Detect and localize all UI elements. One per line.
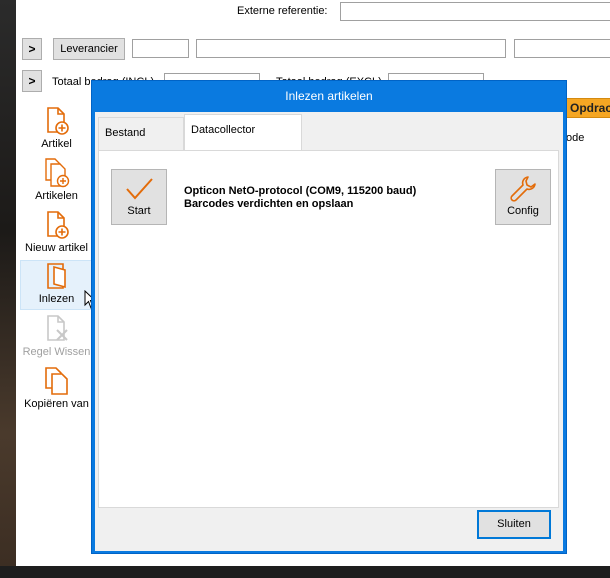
config-button[interactable]: Config: [495, 169, 551, 225]
wrench-icon: [510, 176, 536, 202]
column-header-partial: ode: [566, 132, 585, 144]
supplier-name-input[interactable]: [196, 39, 506, 58]
start-label: Start: [127, 205, 151, 217]
documents-add-icon: [44, 158, 69, 188]
toolbar-label: Nieuw artikel: [25, 242, 88, 254]
expand-totals-button[interactable]: >: [22, 70, 42, 92]
taskbar-edge: [0, 566, 610, 578]
supplier-code-input[interactable]: [132, 39, 189, 58]
start-button[interactable]: Start: [111, 169, 167, 225]
supplier-extra-input[interactable]: [514, 39, 610, 58]
tab-file-read-in[interactable]: Bestand inlezen: [98, 117, 184, 169]
copy-icon: [44, 367, 68, 395]
toolbar-artikelen-button[interactable]: Artikelen: [20, 158, 93, 208]
protocol-info: Opticon NetO-protocol (COM9, 115200 baud…: [184, 185, 417, 197]
toolbar-copy-from-button[interactable]: Kopiëren van: [20, 366, 93, 416]
toolbar-read-in-button[interactable]: Inlezen: [20, 260, 93, 310]
toolbar-label: Artikel: [41, 138, 72, 150]
toolbar-artikel-button[interactable]: Artikel: [20, 106, 93, 156]
desktop-background: [0, 0, 16, 578]
read-in-icon: [46, 263, 66, 289]
supplier-button[interactable]: Leverancier: [53, 38, 125, 60]
read-articles-dialog: Inlezen artikelen Bestand inlezen Dataco…: [91, 80, 567, 554]
order-tab[interactable]: Opdrac: [566, 98, 610, 118]
toolbar-label: Kopiëren van: [24, 398, 89, 410]
document-new-icon: [46, 211, 69, 239]
barcode-option-info: Barcodes verdichten en opslaan: [184, 198, 354, 210]
expand-supplier-button[interactable]: >: [22, 38, 42, 60]
toolbar-delete-line-button[interactable]: Regel Wissen: [20, 314, 93, 364]
toolbar-label: Artikelen: [35, 190, 78, 202]
checkmark-icon: [126, 178, 153, 200]
external-reference-input[interactable]: [340, 2, 610, 21]
delete-line-icon: [46, 315, 68, 341]
dialog-title: Inlezen artikelen: [285, 89, 373, 103]
tab-datacollector[interactable]: Datacollector uitlezen: [184, 114, 302, 166]
close-button[interactable]: Sluiten: [477, 510, 551, 539]
toolbar-label: Regel Wissen: [22, 346, 91, 358]
external-reference-label: Externe referentie:: [237, 5, 328, 17]
document-add-icon: [46, 107, 69, 135]
dialog-body: Bestand inlezen Datacollector uitlezen S…: [95, 112, 563, 551]
toolbar-new-article-button[interactable]: Nieuw artikel: [20, 210, 93, 260]
config-label: Config: [507, 205, 539, 217]
toolbar-label: Inlezen: [38, 293, 75, 305]
datacollector-panel: Start Opticon NetO-protocol (COM9, 11520…: [98, 150, 559, 508]
